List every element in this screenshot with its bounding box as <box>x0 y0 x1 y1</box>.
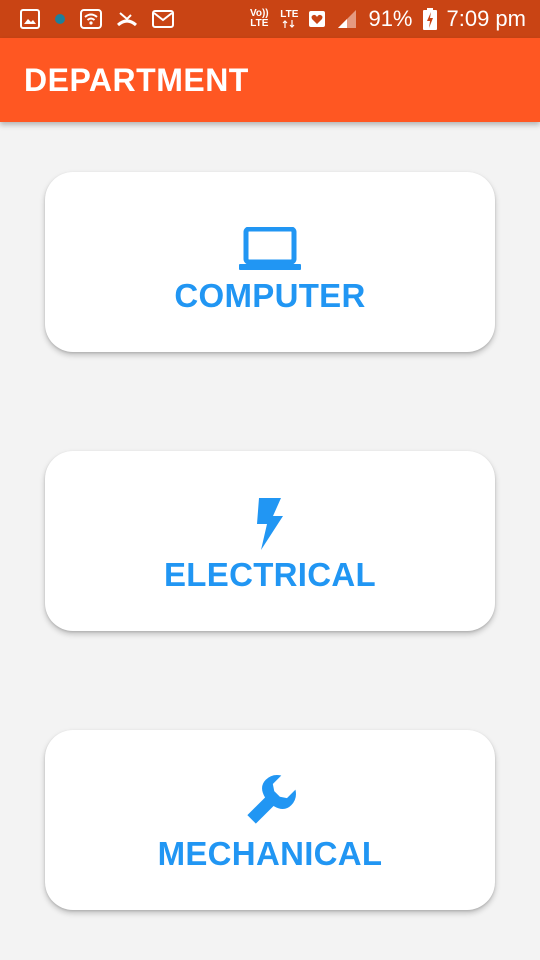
signal-icon <box>336 9 358 29</box>
battery-icon <box>422 8 437 30</box>
app-bar: DEPARTMENT <box>0 38 540 122</box>
mail-icon <box>152 10 174 28</box>
wrench-icon <box>241 767 299 829</box>
status-time: 7:09 pm <box>446 6 527 31</box>
lightning-bolt-icon <box>255 488 285 550</box>
page-title: DEPARTMENT <box>24 61 249 98</box>
department-card-computer[interactable]: COMPUTER <box>45 172 495 352</box>
department-label: COMPUTER <box>174 277 366 314</box>
missed-call-icon <box>116 10 138 28</box>
image-icon <box>20 9 40 29</box>
status-bar-notifications <box>20 9 174 29</box>
wifi-icon <box>80 9 102 29</box>
lte-data-icon: LTE <box>280 10 298 28</box>
heart-icon <box>308 10 326 28</box>
battery-percentage: 91% <box>368 6 413 31</box>
status-bar-system: Vo)) LTE LTE 91% 7:09 pm <box>248 6 526 32</box>
laptop-icon <box>239 209 301 271</box>
department-label: ELECTRICAL <box>164 556 376 593</box>
department-card-mechanical[interactable]: MECHANICAL <box>45 730 495 910</box>
department-card-electrical[interactable]: ELECTRICAL <box>45 451 495 631</box>
lte-label: LTE <box>280 9 299 20</box>
notification-dot-icon <box>54 13 66 25</box>
status-bar: Vo)) LTE LTE 91% 7:09 pm <box>0 0 540 38</box>
department-label: MECHANICAL <box>157 835 383 872</box>
volte-icon: Vo)) LTE <box>249 8 269 29</box>
